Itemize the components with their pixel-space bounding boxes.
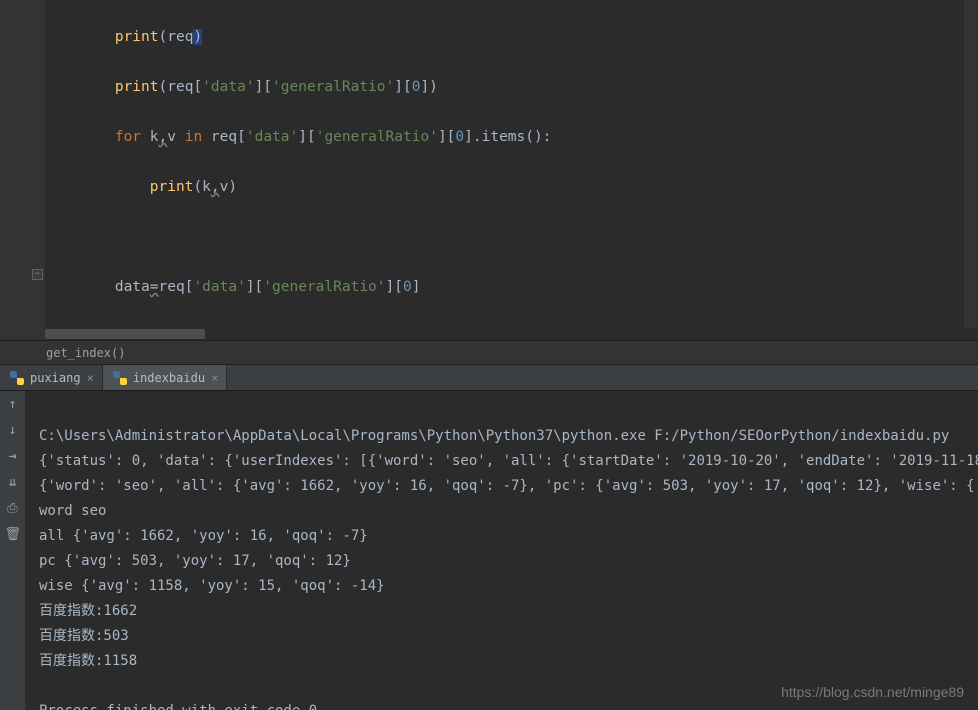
console-line: 百度指数:1662 xyxy=(39,603,137,619)
watermark: https://blog.csdn.net/minge89 xyxy=(781,684,964,700)
console-line: Process finished with exit code 0 xyxy=(39,703,317,710)
console-toolbar: ↑ ↓ ⇥ ⇊ ⎙ 🗑 xyxy=(0,391,25,710)
scrollbar-thumb[interactable] xyxy=(45,329,205,339)
breadcrumb-item[interactable]: get_index() xyxy=(46,346,125,360)
code-editor[interactable]: − print(req) print(req['data']['generalR… xyxy=(0,0,978,340)
console-output[interactable]: C:\Users\Administrator\AppData\Local\Pro… xyxy=(25,391,978,710)
soft-wrap-icon[interactable]: ⇥ xyxy=(5,449,21,465)
close-icon[interactable]: × xyxy=(87,371,94,385)
tab-label: puxiang xyxy=(30,371,81,385)
editor-horizontal-scrollbar[interactable] xyxy=(45,328,978,340)
arrow-up-icon[interactable]: ↑ xyxy=(5,397,21,413)
editor-gutter: − xyxy=(0,0,45,340)
print-call: print xyxy=(115,29,159,45)
console-line: 百度指数:503 xyxy=(39,628,129,644)
run-tab-indexbaidu[interactable]: indexbaidu × xyxy=(103,365,227,390)
console-line: 百度指数:1158 xyxy=(39,653,137,669)
console-line: wise {'avg': 1158, 'yoy': 15, 'qoq': -14… xyxy=(39,578,385,594)
python-icon xyxy=(10,371,24,385)
scroll-to-end-icon[interactable]: ⇊ xyxy=(5,475,21,491)
arrow-down-icon[interactable]: ↓ xyxy=(5,423,21,439)
console-line: C:\Users\Administrator\AppData\Local\Pro… xyxy=(39,428,949,444)
run-tab-puxiang[interactable]: puxiang × xyxy=(0,365,103,390)
breadcrumb[interactable]: get_index() xyxy=(0,340,978,365)
console-line: all {'avg': 1662, 'yoy': 16, 'qoq': -7} xyxy=(39,528,368,544)
python-icon xyxy=(113,371,127,385)
close-icon[interactable]: × xyxy=(211,371,218,385)
console-line: pc {'avg': 503, 'yoy': 17, 'qoq': 12} xyxy=(39,553,351,569)
console-line: {'status': 0, 'data': {'userIndexes': [{… xyxy=(39,453,978,469)
run-tabs-bar: puxiang × indexbaidu × xyxy=(0,365,978,391)
trash-icon[interactable]: 🗑 xyxy=(5,527,21,543)
run-console: ↑ ↓ ⇥ ⇊ ⎙ 🗑 C:\Users\Administrator\AppDa… xyxy=(0,391,978,710)
fold-icon[interactable]: − xyxy=(32,269,43,280)
tab-label: indexbaidu xyxy=(133,371,205,385)
editor-right-scrollstrip[interactable] xyxy=(964,0,978,340)
code-content[interactable]: print(req) print(req['data']['generalRat… xyxy=(45,0,978,340)
print-icon[interactable]: ⎙ xyxy=(5,501,21,517)
console-line: word seo xyxy=(39,503,106,519)
console-line: {'word': 'seo', 'all': {'avg': 1662, 'yo… xyxy=(39,478,978,494)
